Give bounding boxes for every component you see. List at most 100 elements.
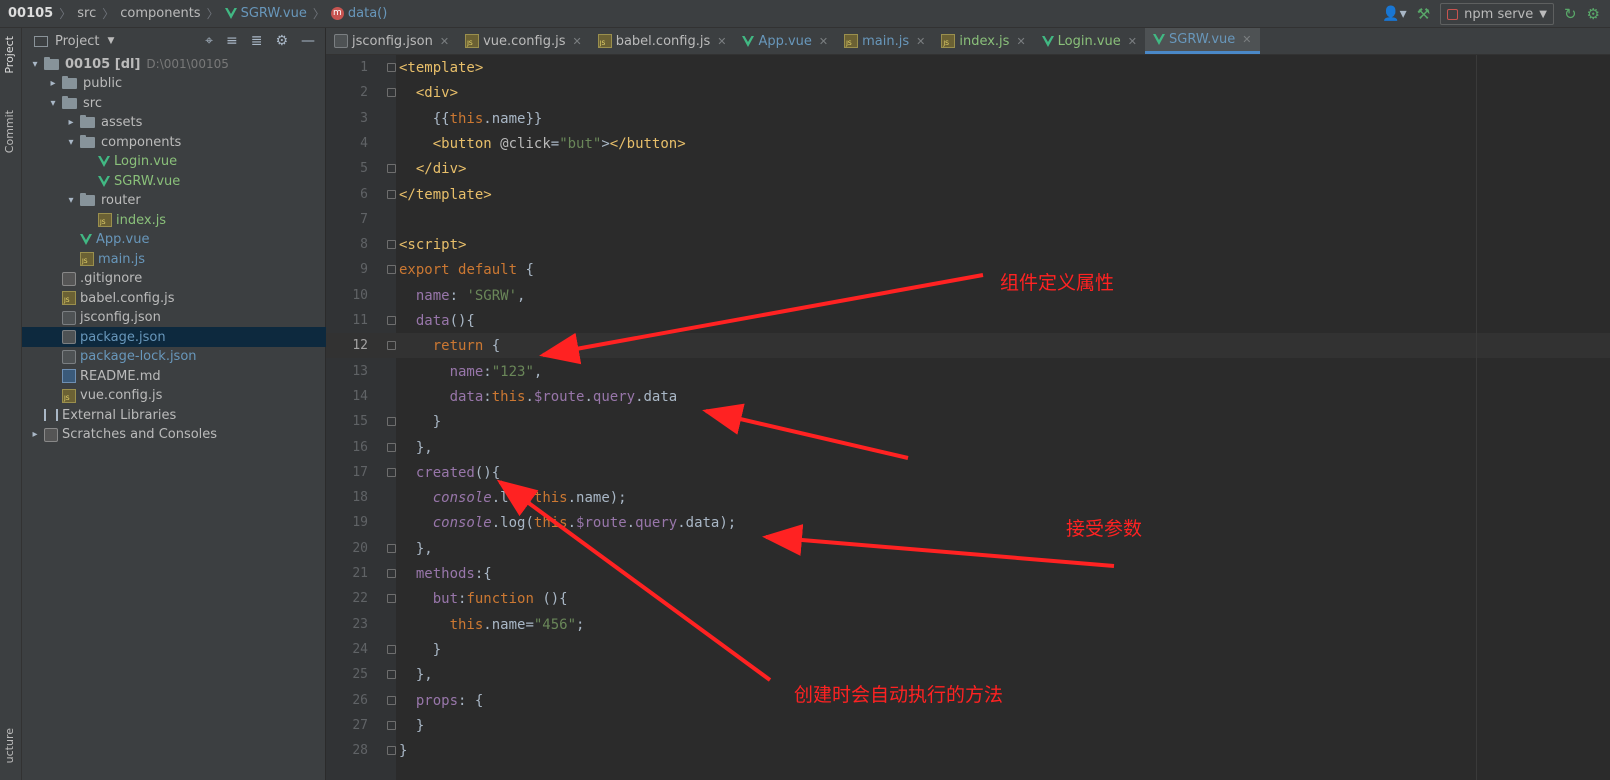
code-line[interactable]: name: 'SGRW', [399, 283, 526, 309]
fold-marker-icon[interactable] [387, 569, 396, 578]
chevron-right-icon[interactable]: ▸ [28, 429, 42, 440]
tool-tab-commit[interactable]: Commit [3, 110, 16, 153]
tab-app-vue[interactable]: App.vue ✕ [734, 28, 836, 54]
tree-item[interactable]: babel.config.js [22, 288, 326, 308]
tree-item[interactable]: vue.config.js [22, 386, 326, 406]
code-editor[interactable] [396, 55, 1610, 780]
tree-item[interactable]: package-lock.json [22, 347, 326, 367]
tool-tab-project[interactable]: Project [3, 36, 16, 74]
hammer-icon[interactable]: ⚒ [1417, 5, 1430, 23]
chevron-down-icon[interactable]: ▾ [64, 195, 78, 206]
tree-item[interactable]: ▾ src [22, 93, 326, 113]
close-icon[interactable]: ✕ [819, 35, 828, 48]
code-line[interactable]: }, [399, 662, 433, 688]
tool-tab-structure[interactable]: ucture [3, 728, 16, 763]
fold-marker-icon[interactable] [387, 316, 396, 325]
fold-marker-icon[interactable] [387, 442, 396, 452]
fold-marker-icon[interactable] [387, 543, 396, 553]
code-line[interactable]: console.log(this.name); [399, 485, 627, 511]
user-icon[interactable]: 👤▾ [1382, 6, 1406, 22]
chevron-right-icon[interactable]: ▸ [64, 117, 78, 128]
code-line[interactable]: }, [399, 536, 433, 562]
code-line[interactable]: <template> [399, 55, 483, 81]
close-icon[interactable]: ✕ [1242, 33, 1251, 46]
tab-index-js[interactable]: index.js ✕ [933, 28, 1033, 54]
chevron-down-icon[interactable]: ▾ [64, 137, 78, 148]
code-line[interactable]: } [399, 637, 441, 663]
code-line[interactable]: <button @click="but"></button> [399, 131, 686, 157]
tab-login-vue[interactable]: Login.vue ✕ [1034, 28, 1145, 54]
tab-babel-config-js[interactable]: babel.config.js ✕ [590, 28, 735, 54]
hide-icon[interactable]: — [301, 33, 315, 49]
tree-item[interactable]: External Libraries [22, 405, 326, 425]
close-icon[interactable]: ✕ [1016, 35, 1025, 48]
code-line[interactable]: name:"123", [399, 359, 543, 385]
code-line[interactable]: data(){ [399, 308, 475, 334]
breadcrumb-project[interactable]: 00105 [8, 6, 53, 21]
fold-marker-icon[interactable] [387, 189, 396, 199]
tree-item[interactable]: README.md [22, 366, 326, 386]
tree-item[interactable]: SGRW.vue [22, 171, 326, 191]
code-line[interactable]: </div> [399, 156, 467, 182]
tab-main-js[interactable]: main.js ✕ [836, 28, 933, 54]
code-line[interactable]: } [399, 713, 424, 739]
close-icon[interactable]: ✕ [440, 35, 449, 48]
code-line[interactable]: methods:{ [399, 561, 492, 587]
project-view-select[interactable]: Project [55, 34, 99, 49]
tree-item[interactable]: index.js [22, 210, 326, 230]
tree-item[interactable]: ▸ assets [22, 113, 326, 133]
tab-jsconfig-json[interactable]: jsconfig.json ✕ [326, 28, 457, 54]
code-line[interactable]: console.log(this.$route.query.data); [399, 510, 737, 536]
fold-marker-icon[interactable] [387, 594, 396, 604]
fold-marker-icon[interactable] [387, 670, 396, 680]
close-icon[interactable]: ✕ [717, 35, 726, 48]
tab-vue-config-js[interactable]: vue.config.js ✕ [457, 28, 590, 54]
tree-item[interactable]: Login.vue [22, 152, 326, 172]
fold-marker-icon[interactable] [387, 467, 396, 477]
gear-icon[interactable]: ⚙ [275, 33, 288, 49]
code-line[interactable]: this.name="456"; [399, 612, 585, 638]
fold-marker-icon[interactable] [387, 417, 396, 427]
close-icon[interactable]: ✕ [572, 35, 581, 48]
fold-marker-icon[interactable] [387, 341, 396, 351]
fold-marker-icon[interactable] [387, 240, 396, 250]
code-line[interactable]: data:this.$route.query.data [399, 384, 678, 410]
tree-item[interactable]: App.vue [22, 230, 326, 250]
tree-item[interactable]: ▸ Scratches and Consoles [22, 425, 326, 445]
fold-marker-icon[interactable] [387, 720, 396, 730]
fold-marker-icon[interactable] [387, 164, 396, 174]
chevron-down-icon[interactable]: ▼ [107, 36, 114, 46]
tree-item[interactable]: ▾ router [22, 191, 326, 211]
fold-marker-icon[interactable] [387, 746, 396, 756]
code-line[interactable]: export default { [399, 257, 534, 283]
code-line[interactable]: }, [399, 435, 433, 461]
tree-item[interactable]: package.json [22, 327, 326, 347]
fold-marker-icon[interactable] [387, 644, 396, 654]
chevron-right-icon[interactable]: ▸ [46, 78, 60, 89]
breadcrumb-method[interactable]: data() [348, 6, 387, 21]
breadcrumb-file[interactable]: SGRW.vue [241, 6, 307, 21]
bug-icon[interactable]: ⚙ [1587, 5, 1600, 23]
code-line[interactable]: props: { [399, 688, 483, 714]
fold-marker-icon[interactable] [387, 88, 396, 98]
tab-sgrw-vue[interactable]: SGRW.vue ✕ [1145, 28, 1260, 54]
code-line[interactable]: } [399, 409, 441, 435]
chevron-down-icon[interactable]: ▾ [46, 98, 60, 109]
code-line[interactable]: </template> [399, 182, 492, 208]
tree-item[interactable]: .gitignore [22, 269, 326, 289]
close-icon[interactable]: ✕ [1128, 35, 1137, 48]
code-line[interactable]: {{this.name}} [399, 106, 543, 132]
locate-icon[interactable]: ⌖ [205, 33, 213, 49]
rerun-icon[interactable]: ↻ [1564, 5, 1577, 23]
tree-item[interactable]: jsconfig.json [22, 308, 326, 328]
fold-marker-icon[interactable] [387, 265, 396, 275]
run-configuration-select[interactable]: npm serve ▼ [1440, 3, 1554, 25]
close-icon[interactable]: ✕ [916, 35, 925, 48]
tree-item[interactable]: ▸ public [22, 74, 326, 94]
tree-item[interactable]: ▾ 00105 [dl] D:\001\00105 [22, 54, 326, 74]
tree-item[interactable]: ▾ components [22, 132, 326, 152]
chevron-down-icon[interactable]: ▾ [28, 59, 42, 70]
code-line[interactable]: } [399, 738, 407, 764]
code-line[interactable]: return { [399, 333, 500, 359]
code-line[interactable]: <div> [399, 80, 458, 106]
